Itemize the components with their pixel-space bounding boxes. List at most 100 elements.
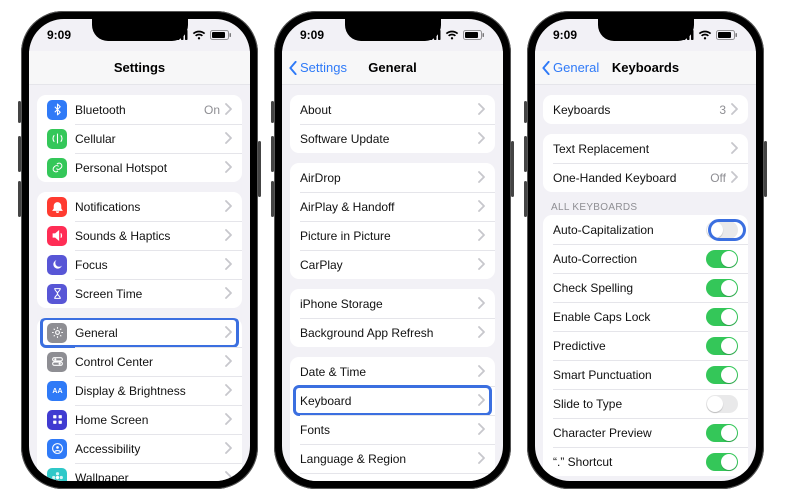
row-airdrop[interactable]: AirDrop [290,163,495,192]
row-accessibility[interactable]: Accessibility [37,434,242,463]
row-bluetooth[interactable]: BluetoothOn [37,95,242,124]
chevron-right-icon [224,384,232,398]
row-check-spelling: Check Spelling [543,273,748,302]
row-shortcut: “.” Shortcut [543,447,748,476]
row-notifications[interactable]: Notifications [37,192,242,221]
row-carplay[interactable]: CarPlay [290,250,495,279]
character-preview-toggle[interactable] [706,424,738,442]
row-text-replacement[interactable]: Text Replacement [543,134,748,163]
smart-punctuation-toggle[interactable] [706,366,738,384]
row-label: Home Screen [75,413,224,427]
row-iphone-storage[interactable]: iPhone Storage [290,289,495,318]
row-language-region[interactable]: Language & Region [290,444,495,473]
row-label: Accessibility [75,442,224,456]
chevron-right-icon [477,423,485,437]
row-label: AirDrop [300,171,477,185]
row-focus[interactable]: Focus [37,250,242,279]
row-home-screen[interactable]: Home Screen [37,405,242,434]
row-keyboards[interactable]: Keyboards3 [543,95,748,124]
phone-general: 9:09 Settings General AboutSoftware Upda… [274,11,511,489]
chevron-right-icon [224,103,232,117]
row-screen-time[interactable]: Screen Time [37,279,242,308]
row-label: “.” Shortcut [553,455,706,469]
row-label: CarPlay [300,258,477,272]
focus-icon [47,255,67,275]
row-keyboard[interactable]: Keyboard [290,386,495,415]
row-label: Background App Refresh [300,326,477,340]
row-personal-hotspot[interactable]: Personal Hotspot [37,153,242,182]
row-label: AirPlay & Handoff [300,200,477,214]
row-label: Personal Hotspot [75,161,224,175]
row-background-app-refresh[interactable]: Background App Refresh [290,318,495,347]
nav-back-label: General [553,60,599,75]
chevron-left-icon [288,61,298,75]
row-display-brightness[interactable]: AADisplay & Brightness [37,376,242,405]
row-value: On [204,103,220,117]
wifi-icon [192,30,206,40]
chevron-right-icon [224,471,232,482]
settings-group: General Control CenterAADisplay & Brightn… [37,318,242,481]
row-label: Check Spelling [553,281,706,295]
row-general[interactable]: General [37,318,242,347]
settings-group: AboutSoftware Update [290,95,495,153]
chevron-right-icon [730,171,738,185]
check-spelling-toggle[interactable] [706,279,738,297]
auto-correction-toggle[interactable] [706,250,738,268]
row-label: Character Preview [553,426,706,440]
row-about[interactable]: About [290,95,495,124]
general-list[interactable]: AboutSoftware Update AirDrop AirPlay & Han… [282,85,503,481]
row-character-preview: Character Preview [543,418,748,447]
settings-group: Date & Time Keyboard Fonts Language & Regio… [290,357,495,481]
row-label: Text Replacement [553,142,730,156]
svg-text:AA: AA [52,388,62,395]
row-airplay-handoff[interactable]: AirPlay & Handoff [290,192,495,221]
chevron-right-icon [477,452,485,466]
row-label: Date & Time [300,365,477,379]
wifi-icon [445,30,459,40]
row-date-time[interactable]: Date & Time [290,357,495,386]
row-control-center[interactable]: Control Center [37,347,242,376]
row-one-handed-keyboard[interactable]: One-Handed KeyboardOff [543,163,748,192]
settings-group: Keyboards3 [543,95,748,124]
shortcut-toggle[interactable] [706,453,738,471]
row-auto-capitalization: Auto-Capitalization [543,215,748,244]
row-dictionary[interactable]: Dictionary [290,473,495,481]
row-software-update[interactable]: Software Update [290,124,495,153]
row-label: Dictionary [300,481,477,482]
chevron-right-icon [224,413,232,427]
chevron-right-icon [477,258,485,272]
row-smart-punctuation: Smart Punctuation [543,360,748,389]
nav-bar: Settings [29,51,250,85]
settings-list[interactable]: BluetoothOnCellular Personal Hotspot Notif… [29,85,250,481]
predictive-toggle[interactable] [706,337,738,355]
auto-capitalization-toggle[interactable] [706,221,738,239]
nav-back-button[interactable]: General [541,51,599,84]
chevron-right-icon [224,229,232,243]
chevron-right-icon [224,355,232,369]
slide-to-type-toggle[interactable] [706,395,738,413]
row-label: General [75,326,224,340]
row-label: Predictive [553,339,706,353]
row-value: Off [710,171,726,185]
battery-icon [716,30,738,40]
keyboards-list[interactable]: Keyboards3 Text Replacement One-Handed Key… [535,85,756,481]
nav-bar: Settings General [282,51,503,85]
row-value: 3 [719,103,726,117]
row-wallpaper[interactable]: Wallpaper [37,463,242,481]
row-label: Notifications [75,200,224,214]
settings-group: AirDrop AirPlay & Handoff Picture in Pictu… [290,163,495,279]
chevron-right-icon [730,142,738,156]
row-label: Auto-Correction [553,252,706,266]
row-cellular[interactable]: Cellular [37,124,242,153]
row-label: Fonts [300,423,477,437]
enable-caps-lock-toggle[interactable] [706,308,738,326]
nav-title: General [368,60,416,75]
row-picture-in-picture[interactable]: Picture in Picture [290,221,495,250]
row-sounds-haptics[interactable]: Sounds & Haptics [37,221,242,250]
phone-settings: 9:09 Settings BluetoothOnCellularPersona… [21,11,258,489]
row-fonts[interactable]: Fonts [290,415,495,444]
status-time: 9:09 [300,28,324,42]
nav-back-button[interactable]: Settings [288,51,347,84]
toggle-group: Auto-Capitalization Auto-Correction Check … [543,215,748,476]
row-label: Screen Time [75,287,224,301]
